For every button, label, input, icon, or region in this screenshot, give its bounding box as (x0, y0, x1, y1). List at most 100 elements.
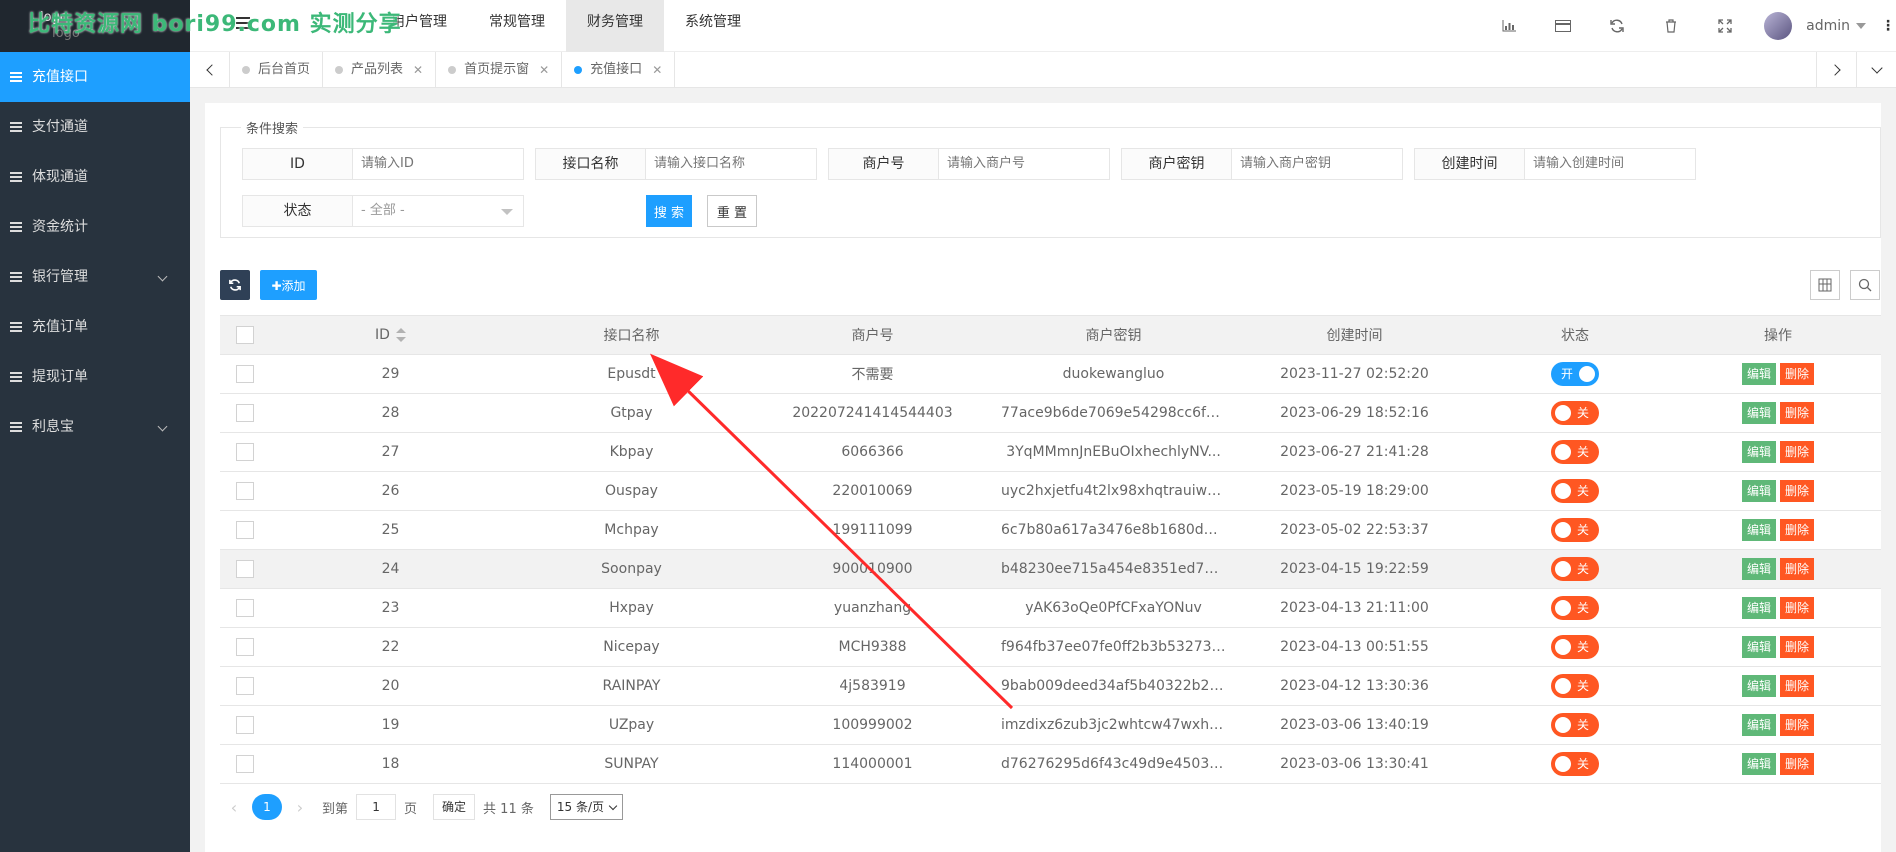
edit-button[interactable]: 编辑 (1741, 441, 1776, 463)
table-row[interactable]: 28 Gtpay 202207241414544403 77ace9b6de7069e… (220, 393, 1881, 433)
table-row[interactable]: 27 Kbpay 6066366 3YqMMmnJnEBuOIxhechlyNV...… (220, 432, 1881, 472)
tab-home-popup[interactable]: 首页提示窗 ✕ (436, 52, 563, 88)
delete-button[interactable]: 删除 (1780, 597, 1815, 619)
merchant-key-input[interactable] (1232, 149, 1402, 179)
created-input[interactable] (1525, 149, 1695, 179)
caret-down-icon[interactable] (1856, 23, 1866, 29)
more-vertical-icon[interactable]: ⋮ (1880, 18, 1896, 34)
add-button[interactable]: ✚添加 (260, 270, 317, 300)
status-switch[interactable]: 关 (1551, 479, 1599, 503)
tabs-scroll-left-button[interactable] (190, 52, 230, 88)
table-row[interactable]: 26 Ouspay 220010069 uyc2hxjetfu4t2lx98xhqtr… (220, 471, 1881, 511)
row-checkbox[interactable] (236, 560, 254, 578)
edit-button[interactable]: 编辑 (1741, 519, 1776, 541)
column-header-id[interactable]: ID (270, 315, 511, 355)
row-checkbox[interactable] (236, 677, 254, 695)
edit-button[interactable]: 编辑 (1741, 402, 1776, 424)
top-menu-finance-management[interactable]: 财务管理 (566, 0, 664, 52)
row-checkbox[interactable] (236, 755, 254, 773)
prev-page-button[interactable]: ‹ (220, 798, 248, 817)
status-switch[interactable]: 开 (1551, 362, 1599, 386)
sidebar-item-recharge-orders[interactable]: 充值订单 (0, 302, 190, 352)
avatar[interactable] (1764, 12, 1793, 40)
tab-recharge-interface[interactable]: 充值接口 ✕ (562, 52, 676, 88)
sidebar-item-withdraw-orders[interactable]: 提现订单 (0, 352, 190, 402)
sidebar-item-fund-stats[interactable]: 资金统计 (0, 202, 190, 252)
edit-button[interactable]: 编辑 (1741, 363, 1776, 385)
status-switch[interactable]: 关 (1551, 518, 1599, 542)
sidebar-item-withdraw-channel[interactable]: 体现通道 (0, 152, 190, 202)
merchant-no-input[interactable] (939, 149, 1109, 179)
user-name[interactable]: admin (1806, 18, 1850, 34)
table-row[interactable]: 25 Mchpay 199111099 6c7b80a617a3476e8b1680d… (220, 510, 1881, 550)
table-row[interactable]: 18 SUNPAY 114000001 d76276295d6f43c49d9e450… (220, 744, 1881, 784)
table-row[interactable]: 20 RAINPAY 4j583919 9bab009deed34af5b40322b… (220, 666, 1881, 706)
goto-confirm-button[interactable]: 确定 (433, 794, 476, 820)
table-row[interactable]: 29 Epusdt 不需要 duokewangluo 2023-11-27 02:52:… (220, 354, 1881, 394)
delete-button[interactable]: 删除 (1780, 402, 1815, 424)
row-checkbox[interactable] (236, 521, 254, 539)
status-switch[interactable]: 关 (1551, 401, 1599, 425)
row-checkbox[interactable] (236, 638, 254, 656)
table-search-button[interactable] (1850, 270, 1880, 300)
status-switch[interactable]: 关 (1551, 440, 1599, 464)
refresh-icon[interactable] (1590, 4, 1644, 48)
status-switch[interactable]: 关 (1551, 713, 1599, 737)
sidebar-item-recharge-interface[interactable]: 充值接口 (0, 52, 190, 102)
delete-button[interactable]: 删除 (1780, 441, 1815, 463)
edit-button[interactable]: 编辑 (1741, 480, 1776, 502)
edit-button[interactable]: 编辑 (1741, 753, 1776, 775)
edit-button[interactable]: 编辑 (1741, 558, 1776, 580)
status-switch[interactable]: 关 (1551, 635, 1599, 659)
tab-dashboard[interactable]: 后台首页 (230, 52, 324, 88)
delete-button[interactable]: 删除 (1780, 753, 1815, 775)
delete-button[interactable]: 删除 (1780, 363, 1815, 385)
name-input[interactable] (646, 149, 816, 179)
delete-button[interactable]: 删除 (1780, 558, 1815, 580)
status-select[interactable]: - 全部 - (353, 196, 523, 226)
delete-button[interactable]: 删除 (1780, 480, 1815, 502)
edit-button[interactable]: 编辑 (1741, 597, 1776, 619)
bar-chart-icon[interactable] (1482, 4, 1536, 48)
table-row[interactable]: 23 Hxpay yuanzhang yAK63oQe0PfCFxaYONuv 2023… (220, 588, 1881, 628)
table-row[interactable]: 19 UZpay 100999002 imzdixz6zub3jc2whtcw47wx… (220, 705, 1881, 745)
column-filter-button[interactable] (1810, 270, 1840, 300)
delete-button[interactable]: 删除 (1780, 714, 1815, 736)
top-menu-general-management[interactable]: 常规管理 (468, 0, 566, 52)
tabs-menu-button[interactable] (1856, 52, 1896, 88)
edit-button[interactable]: 编辑 (1741, 714, 1776, 736)
reset-button[interactable]: 重 置 (707, 195, 757, 227)
status-switch[interactable]: 关 (1551, 674, 1599, 698)
sidebar-item-payment-channel[interactable]: 支付通道 (0, 102, 190, 152)
sidebar-item-interest-treasure[interactable]: 利息宝 (0, 402, 190, 452)
table-row[interactable]: 22 Nicepay MCH9388 f964fb37ee07fe0ff2b3b532… (220, 627, 1881, 667)
close-icon[interactable]: ✕ (413, 52, 423, 88)
sort-icon[interactable] (395, 328, 406, 342)
id-input[interactable] (353, 149, 523, 179)
tabs-scroll-right-button[interactable] (1816, 52, 1856, 88)
delete-button[interactable]: 删除 (1780, 636, 1815, 658)
fullscreen-icon[interactable] (1698, 4, 1752, 48)
row-checkbox[interactable] (236, 404, 254, 422)
top-menu-system-management[interactable]: 系统管理 (664, 0, 762, 52)
close-icon[interactable]: ✕ (652, 52, 662, 88)
select-all-checkbox[interactable] (236, 326, 254, 344)
status-switch[interactable]: 关 (1551, 752, 1599, 776)
trash-icon[interactable] (1644, 4, 1698, 48)
delete-button[interactable]: 删除 (1780, 675, 1815, 697)
tab-product-list[interactable]: 产品列表 ✕ (323, 52, 437, 88)
credit-card-icon[interactable] (1536, 4, 1590, 48)
sidebar-item-bank-management[interactable]: 银行管理 (0, 252, 190, 302)
row-checkbox[interactable] (236, 716, 254, 734)
delete-button[interactable]: 删除 (1780, 519, 1815, 541)
table-row[interactable]: 24 Soonpay 900010900 b48230ee715a454e8351ed… (220, 549, 1881, 589)
row-checkbox[interactable] (236, 443, 254, 461)
goto-page-input[interactable]: 1 (356, 794, 397, 820)
row-checkbox[interactable] (236, 599, 254, 617)
page-size-select[interactable]: 15 条/页 (549, 794, 623, 820)
next-page-button[interactable]: › (286, 798, 314, 817)
edit-button[interactable]: 编辑 (1741, 636, 1776, 658)
edit-button[interactable]: 编辑 (1741, 675, 1776, 697)
refresh-table-button[interactable] (220, 270, 250, 300)
row-checkbox[interactable] (236, 482, 254, 500)
